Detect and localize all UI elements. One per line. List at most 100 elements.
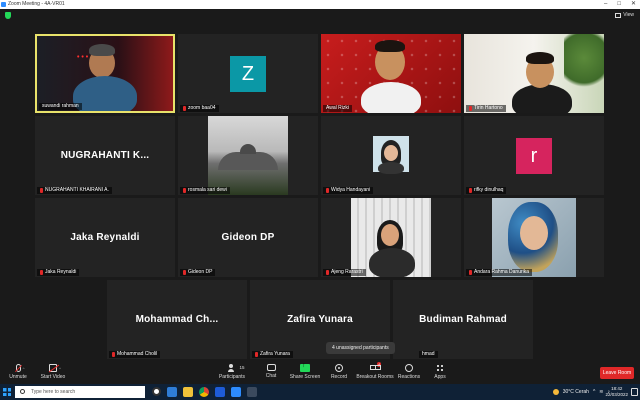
- muted-mic-icon: ^: [15, 364, 25, 372]
- muted-mic-icon: [326, 270, 329, 275]
- participant-name: Zafira Yunara: [252, 351, 293, 358]
- participant-display-name: Zafira Yunara: [287, 314, 353, 325]
- participant-name: Ajeng Rarastri: [323, 269, 366, 276]
- record-button[interactable]: Record: [319, 364, 359, 380]
- participant-video: [321, 34, 461, 113]
- participant-display-name: Gideon DP: [221, 232, 275, 243]
- wifi-icon[interactable]: ≋: [599, 389, 603, 395]
- muted-mic-icon: [40, 188, 43, 193]
- taskbar-clock[interactable]: 18:42 22/03/2022: [605, 386, 628, 398]
- participant-video: [208, 116, 288, 195]
- close-icon[interactable]: ✕: [631, 0, 636, 9]
- chrome-icon[interactable]: [199, 387, 209, 397]
- unassigned-participants-note: 4 unassigned participants: [326, 342, 395, 354]
- participant-video: [492, 198, 576, 277]
- muted-mic-icon: [326, 188, 329, 193]
- muted-mic-icon: [469, 270, 472, 275]
- participant-display-name: Budiman Rahmad: [419, 314, 507, 325]
- chat-icon: [266, 364, 276, 371]
- muted-mic-icon: [183, 106, 186, 111]
- task-view-icon[interactable]: [152, 387, 161, 396]
- participant-name: Andara Rahma Danurika: [466, 269, 533, 276]
- participant-tile-widya[interactable]: Widya Handayani: [321, 116, 461, 195]
- edge-browser-icon[interactable]: [167, 387, 177, 397]
- start-video-button[interactable]: ^ Start Video: [33, 364, 73, 380]
- muted-mic-icon: [112, 352, 115, 357]
- participant-tile-ajeng[interactable]: Ajeng Rarastri: [321, 198, 461, 277]
- breakout-rooms-icon: 4: [370, 362, 382, 372]
- participant-name: NUGRAHANTI KHAIRANI A.: [37, 187, 112, 194]
- grid-view-icon: [615, 12, 622, 18]
- participant-tile-jaka[interactable]: Jaka Reynaldi Jaka Reynaldi: [35, 198, 175, 277]
- share-screen-icon: [300, 362, 310, 372]
- taskbar-search-input[interactable]: Type here to search: [15, 386, 145, 398]
- app-icon[interactable]: [247, 387, 257, 397]
- record-icon: [335, 364, 343, 372]
- minimize-icon[interactable]: –: [604, 0, 607, 9]
- security-shield-icon[interactable]: [5, 12, 11, 19]
- video-off-icon: ^: [49, 364, 61, 372]
- participant-video: [351, 198, 431, 277]
- participant-name: rosmala sari dewi: [180, 187, 230, 194]
- participant-tile-nugrahanti[interactable]: NUGRAHANTI K... NUGRAHANTI KHAIRANI A.: [35, 116, 175, 195]
- participant-name: rifky dinulhaq: [466, 187, 507, 194]
- participant-avatar-photo: [373, 136, 409, 174]
- windows-start-icon[interactable]: [3, 388, 11, 396]
- participant-avatar: Z: [230, 56, 266, 92]
- participant-name: hmad: [419, 351, 438, 358]
- participant-name: Widya Handayani: [323, 187, 374, 194]
- muted-mic-icon: [469, 188, 472, 193]
- taskbar-pinned-apps: [152, 387, 257, 397]
- file-explorer-icon[interactable]: [183, 387, 193, 397]
- participant-tile-rifky[interactable]: r rifky dinulhaq: [464, 116, 604, 195]
- apps-icon: [436, 364, 444, 372]
- participant-name: Tirin Hartono: [466, 105, 506, 112]
- muted-mic-icon: [183, 188, 186, 193]
- participant-display-name: Jaka Reynaldi: [70, 232, 140, 243]
- system-tray: 30°C Cerah ^ ≋ ♪: [552, 384, 610, 400]
- participant-tile-awal[interactable]: Awal Rizki: [321, 34, 461, 113]
- participant-tile-zoom-baa04[interactable]: Z zoom baa04: [178, 34, 318, 113]
- windows-taskbar: Type here to search 30°C Cerah ^ ≋ ♪ 18:…: [0, 384, 640, 400]
- weather-sun-icon: [552, 389, 559, 395]
- participant-name: zoom baa04: [180, 105, 219, 112]
- zoom-taskbar-icon[interactable]: [231, 387, 241, 397]
- meeting-toolbar: ^ Unmute ^ Start Video 15 Participants C…: [0, 362, 640, 384]
- muted-mic-icon: [40, 270, 43, 275]
- participant-video: [464, 34, 604, 113]
- participant-display-name: Mohammad Ch...: [135, 314, 219, 325]
- participants-button[interactable]: 15 Participants: [212, 364, 252, 380]
- view-button[interactable]: View: [615, 12, 634, 18]
- chevron-up-icon[interactable]: ^: [593, 389, 595, 395]
- participant-tile-suwandi[interactable]: • • • suwandi rahman: [35, 34, 175, 113]
- reactions-icon: [405, 364, 413, 372]
- participant-name: Jaka Reynaldi: [37, 269, 80, 276]
- notifications-icon[interactable]: [631, 388, 638, 396]
- window-title: Zoom Meeting - 4A-VR01: [8, 1, 65, 7]
- search-icon: [20, 389, 25, 394]
- muted-mic-icon: [469, 106, 472, 111]
- participant-avatar: r: [516, 138, 552, 174]
- muted-mic-icon: [255, 352, 258, 357]
- participant-tile-andara[interactable]: Andara Rahma Danurika: [464, 198, 604, 277]
- participant-name: Awal Rizki: [323, 105, 352, 112]
- participant-display-name: NUGRAHANTI K...: [60, 150, 150, 161]
- participant-tile-mohammad[interactable]: Mohammad Ch... Mohammad Cholil: [107, 280, 247, 359]
- maximize-icon[interactable]: □: [617, 0, 621, 9]
- leave-room-button[interactable]: Leave Room: [600, 367, 634, 379]
- participant-name: suwandi rahman: [39, 103, 82, 110]
- zoom-logo-icon: [1, 2, 6, 7]
- participant-video: • • •: [37, 36, 173, 111]
- participant-name: Gideon DP: [180, 269, 216, 276]
- participant-tile-tirin[interactable]: Tirin Hartono: [464, 34, 604, 113]
- word-icon[interactable]: [215, 387, 225, 397]
- window-titlebar: Zoom Meeting - 4A-VR01 – □ ✕: [0, 0, 640, 9]
- apps-button[interactable]: Apps: [420, 364, 460, 380]
- participant-tile-rosmala[interactable]: rosmala sari dewi: [178, 116, 318, 195]
- participant-tile-gideon[interactable]: Gideon DP Gideon DP: [178, 198, 318, 277]
- meeting-top-bar: View: [0, 9, 640, 23]
- muted-mic-icon: [183, 270, 186, 275]
- participant-tile-budiman[interactable]: Budiman Rahmad hmad: [393, 280, 533, 359]
- window-controls: – □ ✕: [604, 0, 636, 9]
- participants-icon: 15: [227, 364, 245, 372]
